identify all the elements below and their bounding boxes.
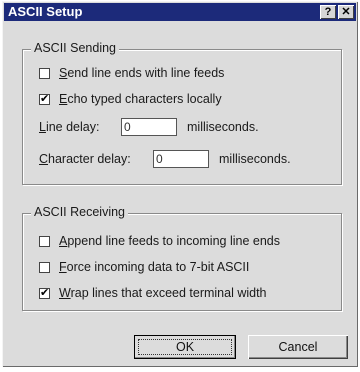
wrap-checkbox[interactable]: ✔ bbox=[39, 288, 50, 299]
ok-focus-rect bbox=[138, 339, 232, 355]
character-delay-input[interactable]: 0 bbox=[153, 150, 209, 168]
force-label: Force incoming data to 7-bit ASCII bbox=[59, 260, 250, 274]
ascii-receiving-title: ASCII Receiving bbox=[31, 205, 129, 219]
title-bar: ASCII Setup ? ✕ bbox=[4, 3, 356, 21]
ascii-setup-dialog: ASCII Setup ? ✕ ASCII Sending Send line … bbox=[2, 1, 358, 367]
wrap-label: Wrap lines that exceed terminal width bbox=[59, 286, 267, 300]
window-title: ASCII Setup bbox=[8, 4, 83, 19]
append-checkbox[interactable] bbox=[39, 236, 50, 247]
append-label: Append line feeds to incoming line ends bbox=[59, 234, 280, 248]
echo-label: Echo typed characters locally bbox=[59, 92, 222, 106]
ascii-receiving-group: ASCII Receiving Append line feeds to inc… bbox=[22, 205, 342, 311]
character-delay-label: Character delay: bbox=[39, 152, 131, 166]
help-icon[interactable]: ? bbox=[320, 5, 336, 19]
send-line-ends-checkbox[interactable] bbox=[39, 68, 50, 79]
ascii-sending-group: ASCII Sending Send line ends with line f… bbox=[22, 41, 342, 185]
cancel-button[interactable]: Cancel bbox=[248, 335, 348, 359]
line-delay-input[interactable]: 0 bbox=[121, 118, 177, 136]
line-delay-unit: milliseconds. bbox=[187, 120, 259, 134]
line-delay-label: Line delay: bbox=[39, 120, 100, 134]
character-delay-unit: milliseconds. bbox=[219, 152, 291, 166]
ascii-sending-title: ASCII Sending bbox=[31, 41, 119, 55]
ok-button[interactable]: OK bbox=[134, 335, 236, 359]
echo-checkbox[interactable]: ✔ bbox=[39, 94, 50, 105]
close-icon[interactable]: ✕ bbox=[338, 5, 354, 19]
send-line-ends-label: Send line ends with line feeds bbox=[59, 66, 225, 80]
force-checkbox[interactable] bbox=[39, 262, 50, 273]
